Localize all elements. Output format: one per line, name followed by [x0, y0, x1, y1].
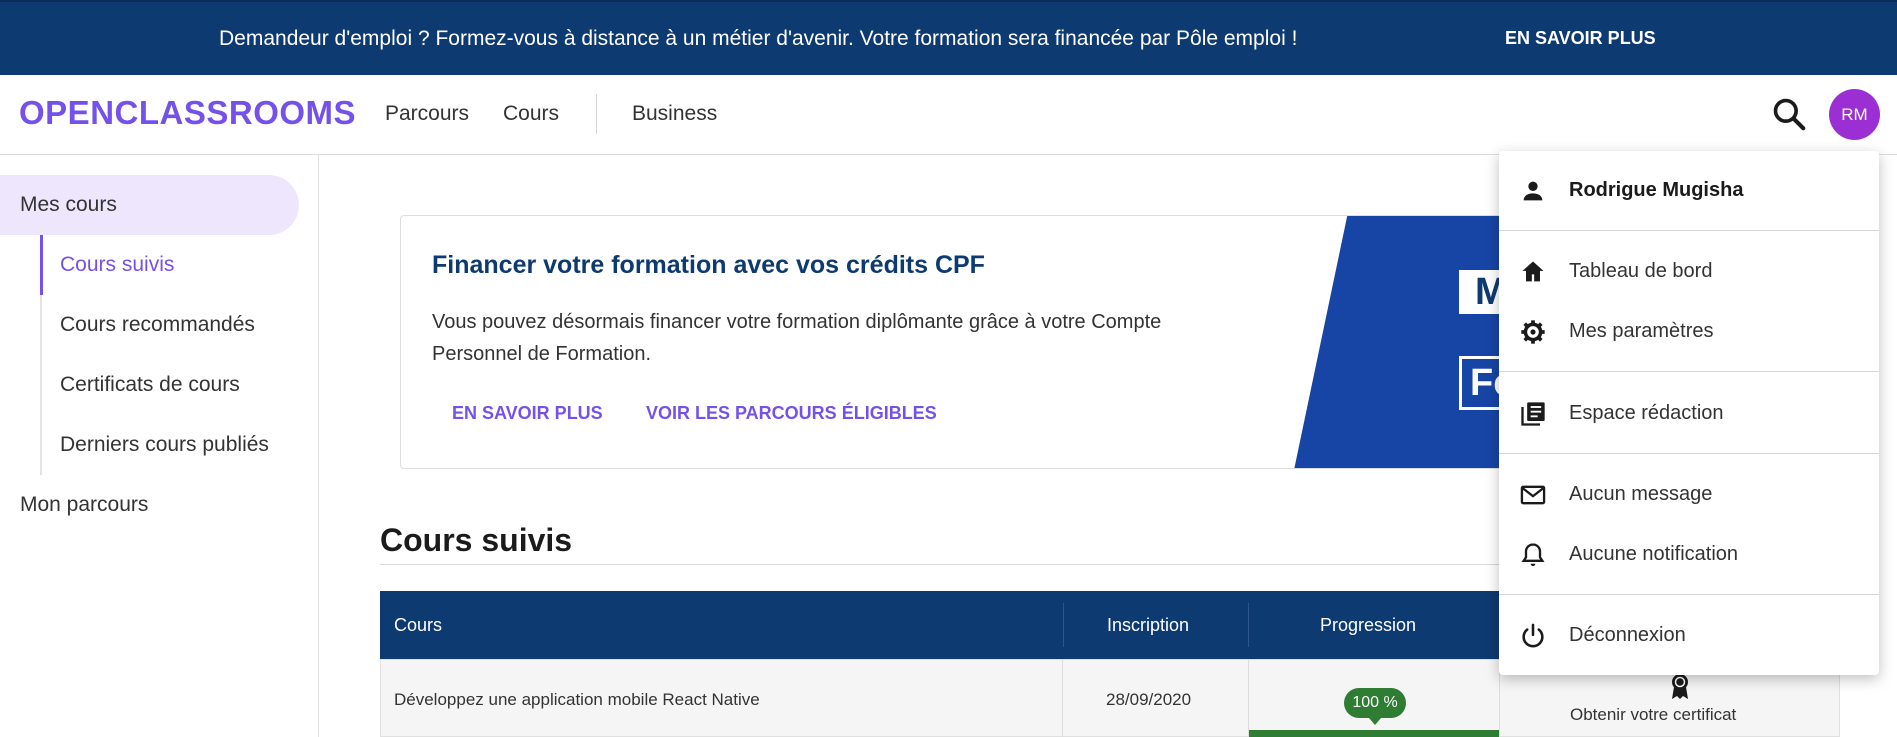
- get-certificate-link[interactable]: Obtenir votre certificat: [1570, 705, 1736, 725]
- site-header: OPENCLASSROOMS Parcours Cours Business R…: [0, 75, 1897, 155]
- menu-item-messages[interactable]: Aucun message: [1499, 469, 1879, 519]
- gear-icon: [1521, 320, 1545, 344]
- cell-divider: [1248, 660, 1249, 737]
- menu-item-label: Espace rédaction: [1569, 402, 1724, 424]
- menu-item-writing-space[interactable]: Espace rédaction: [1499, 388, 1879, 438]
- sidebar-item-mon-parcours[interactable]: Mon parcours: [20, 493, 148, 517]
- column-divider: [1063, 603, 1064, 647]
- page: Demandeur d'emploi ? Formez-vous à dista…: [0, 0, 1897, 737]
- library-books-icon: [1521, 402, 1545, 426]
- progress-bar: [1249, 730, 1499, 737]
- menu-divider: [1499, 594, 1879, 595]
- cpf-promo-card: Financer votre formation avec vos crédit…: [400, 215, 1560, 469]
- sidebar: Mes cours Cours suivis Cours recommandés…: [0, 155, 319, 737]
- cpf-eligible-paths-link[interactable]: VOIR LES PARCOURS ÉLIGIBLES: [646, 403, 937, 424]
- menu-divider: [1499, 230, 1879, 231]
- column-header-progression: Progression: [1320, 615, 1417, 635]
- section-title: Cours suivis: [380, 522, 573, 558]
- menu-item-label: Tableau de bord: [1569, 260, 1713, 282]
- certificate-icon: [1672, 674, 1688, 699]
- openclassrooms-logo[interactable]: OPENCLASSROOMS: [19, 94, 356, 132]
- nav-divider: [596, 94, 597, 134]
- menu-item-label: Mes paramètres: [1569, 320, 1714, 342]
- progress-bar-fill: [1249, 730, 1499, 737]
- column-divider: [1248, 603, 1249, 647]
- promo-banner: Demandeur d'emploi ? Formez-vous à dista…: [0, 0, 1897, 75]
- home-icon: [1522, 261, 1544, 282]
- user-menu-dropdown: Rodrigue Mugisha Tableau de bord Mes par…: [1499, 151, 1879, 675]
- cpf-learn-more-link[interactable]: EN SAVOIR PLUS: [452, 403, 603, 424]
- menu-item-dashboard[interactable]: Tableau de bord: [1499, 246, 1879, 296]
- menu-item-label: Aucun message: [1569, 483, 1713, 505]
- column-header-cours: Cours: [394, 615, 443, 635]
- user-avatar[interactable]: RM: [1829, 89, 1880, 140]
- sidebar-item-mes-cours[interactable]: Mes cours: [20, 193, 117, 217]
- bell-icon: [1521, 543, 1545, 567]
- menu-item-settings[interactable]: Mes paramètres: [1499, 306, 1879, 356]
- progress-badge: 100 %: [1344, 688, 1406, 725]
- sidebar-item-cours-recommandes[interactable]: Cours recommandés: [60, 313, 255, 337]
- cell-divider: [1062, 660, 1063, 737]
- sidebar-item-certificats[interactable]: Certificats de cours: [60, 373, 240, 397]
- nav-cours[interactable]: Cours: [503, 102, 559, 126]
- menu-user-profile[interactable]: Rodrigue Mugisha: [1499, 165, 1879, 215]
- search-icon: [1773, 98, 1806, 131]
- menu-item-notifications[interactable]: Aucune notification: [1499, 529, 1879, 579]
- sidebar-active-indicator: [40, 235, 43, 295]
- nav-parcours[interactable]: Parcours: [385, 102, 469, 126]
- sidebar-item-cours-suivis[interactable]: Cours suivis: [60, 253, 174, 277]
- column-header-inscription: Inscription: [1107, 615, 1190, 635]
- menu-divider: [1499, 371, 1879, 372]
- mail-icon: [1520, 485, 1546, 505]
- course-title[interactable]: Développez une application mobile React …: [394, 690, 760, 710]
- power-icon: [1522, 623, 1544, 648]
- person-icon: [1523, 181, 1543, 201]
- menu-item-logout[interactable]: Déconnexion: [1499, 610, 1879, 660]
- menu-item-label: Déconnexion: [1569, 624, 1686, 646]
- menu-divider: [1499, 453, 1879, 454]
- menu-item-label: Aucune notification: [1569, 543, 1739, 565]
- enrollment-date: 28/09/2020: [1106, 690, 1192, 709]
- cpf-description: Vous pouvez désormais financer votre for…: [432, 311, 1162, 365]
- sidebar-item-derniers-cours[interactable]: Derniers cours publiés: [60, 433, 269, 457]
- nav-business[interactable]: Business: [632, 102, 717, 126]
- banner-learn-more-link[interactable]: EN SAVOIR PLUS: [1505, 28, 1656, 49]
- search-button[interactable]: [1770, 95, 1808, 133]
- menu-user-name: Rodrigue Mugisha: [1569, 179, 1744, 201]
- cpf-title: Financer votre formation avec vos crédit…: [432, 251, 985, 279]
- banner-text: Demandeur d'emploi ? Formez-vous à dista…: [219, 27, 1298, 50]
